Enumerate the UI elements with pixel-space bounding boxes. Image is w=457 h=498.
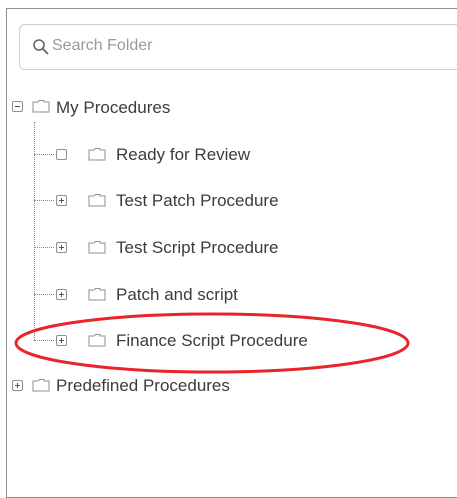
expand-toggle[interactable] — [56, 242, 67, 253]
search-input[interactable]: Search Folder — [52, 37, 153, 55]
expand-toggle[interactable] — [56, 195, 67, 206]
folder-icon — [88, 241, 106, 254]
tree-node-label: Patch and script — [116, 285, 238, 304]
tree-node-label: Test Patch Procedure — [116, 191, 279, 210]
tree-node-test-script-procedure[interactable]: Test Script Procedure — [0, 236, 330, 260]
tree-node-ready-for-review[interactable]: Ready for Review — [0, 143, 300, 167]
folder-icon — [88, 194, 106, 207]
empty-toggle — [56, 149, 67, 160]
search-folder-box[interactable]: Search Folder — [19, 24, 457, 70]
expand-toggle[interactable] — [56, 289, 67, 300]
tree-node-label: My Procedures — [56, 98, 171, 117]
folder-icon — [88, 288, 106, 301]
folder-icon — [32, 100, 50, 113]
search-icon — [33, 39, 49, 55]
expand-toggle[interactable] — [56, 335, 67, 346]
tree-node-finance-script-procedure[interactable]: Finance Script Procedure — [0, 329, 360, 353]
tree-node-label: Ready for Review — [116, 145, 251, 164]
tree-node-patch-and-script[interactable]: Patch and script — [0, 283, 300, 307]
folder-icon — [88, 148, 106, 161]
tree-node-predefined-procedures[interactable]: Predefined Procedures — [0, 374, 300, 398]
tree-node-test-patch-procedure[interactable]: Test Patch Procedure — [0, 189, 330, 213]
tree-node-label: Predefined Procedures — [56, 376, 230, 395]
collapse-toggle[interactable] — [12, 101, 23, 112]
folder-icon — [32, 379, 50, 392]
expand-toggle[interactable] — [12, 380, 23, 391]
folder-icon — [88, 334, 106, 347]
tree-node-label: Finance Script Procedure — [116, 331, 308, 350]
tree-node-label: Test Script Procedure — [116, 238, 279, 257]
tree-node-my-procedures[interactable]: My Procedures — [0, 96, 240, 120]
